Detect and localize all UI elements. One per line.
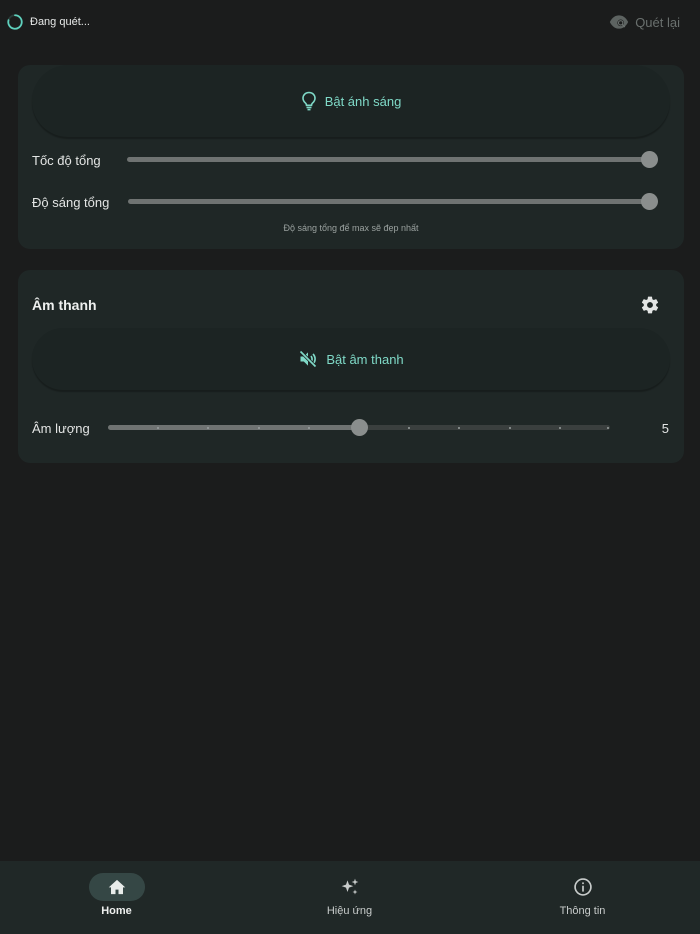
nav-label-info: Thông tin (559, 905, 606, 917)
volume-value: 5 (661, 421, 669, 436)
toggle-light-label: Bật ánh sáng (324, 93, 402, 109)
volume-tick (607, 427, 609, 429)
info-icon (573, 878, 592, 896)
loading-spinner-icon (7, 14, 23, 30)
volume-label: Âm lượng (32, 420, 90, 436)
home-icon (108, 879, 125, 895)
toggle-sound-label: Bật âm thanh (326, 351, 404, 367)
top-bar: Đang quét... Quét lại (0, 0, 700, 46)
nav-info-indicator (555, 873, 611, 901)
volume-slider[interactable] (108, 417, 610, 437)
toggle-light-button[interactable]: Bật ánh sáng (32, 65, 670, 137)
lighting-card: Bật ánh sáng Tốc độ tổng Độ sáng tổng Độ… (18, 65, 684, 249)
nav-item-effects[interactable]: Hiệu ứng (233, 861, 466, 934)
volume-slider-thumb[interactable] (351, 419, 368, 436)
volume-slider-fill (108, 425, 359, 430)
sound-card: Âm thanh Bật âm thanh Âm lượng 5 (18, 270, 684, 463)
nav-home-indicator (88, 873, 145, 901)
lightbulb-icon (301, 91, 316, 111)
brightness-slider-thumb[interactable] (641, 193, 658, 210)
bottom-navigation: Home Hiệu ứng Thông tin (0, 861, 700, 934)
nav-label-effects: Hiệu ứng (326, 905, 373, 917)
brightness-slider[interactable] (128, 191, 658, 211)
speed-label: Tốc độ tổng (32, 152, 101, 168)
sparkles-icon (341, 878, 358, 895)
nav-item-home[interactable]: Home (0, 861, 233, 934)
volume-tick (307, 427, 310, 429)
volume-tick (508, 427, 511, 429)
nav-label-home: Home (101, 905, 132, 917)
speed-slider[interactable] (127, 149, 658, 169)
nav-item-info[interactable]: Thông tin (466, 861, 699, 934)
gear-icon[interactable] (640, 295, 660, 315)
volume-tick (257, 427, 260, 429)
eye-search-icon (610, 15, 629, 29)
toggle-sound-button[interactable]: Bật âm thanh (32, 328, 670, 390)
brightness-slider-track[interactable] (128, 199, 649, 204)
scan-status-text: Đang quét... (30, 16, 90, 28)
volume-tick (558, 427, 561, 429)
speed-slider-thumb[interactable] (641, 151, 658, 168)
speed-slider-track[interactable] (127, 157, 649, 162)
scan-status: Đang quét... (6, 13, 90, 31)
brightness-label: Độ sáng tổng (32, 194, 110, 210)
rescan-button[interactable]: Quét lại (609, 14, 680, 30)
volume-off-icon (299, 350, 318, 368)
nav-effects-indicator (322, 873, 378, 901)
rescan-label: Quét lại (635, 14, 680, 30)
brightness-hint: Độ sáng tổng để max sẽ đẹp nhất (283, 223, 419, 233)
sound-section-title: Âm thanh (32, 297, 97, 313)
